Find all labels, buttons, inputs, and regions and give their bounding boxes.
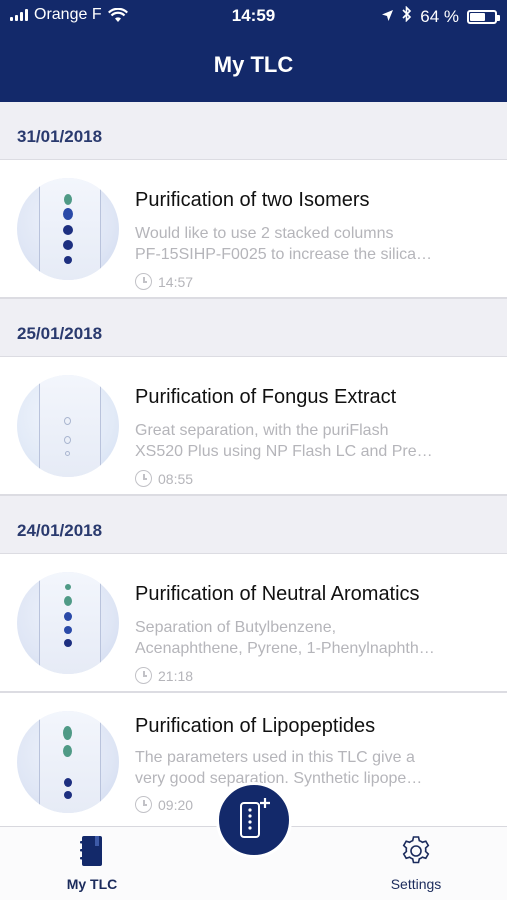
item-description-line: XS520 Plus using NP Flash LC and Pre… <box>135 443 433 460</box>
notebook-icon <box>79 835 105 872</box>
item-description-line: Would like to use 2 stacked columns <box>135 225 394 242</box>
tlc-spot <box>63 208 73 220</box>
item-description-line: Separation of Butylbenzene, <box>135 619 337 636</box>
tlc-spot <box>64 778 72 787</box>
item-time-label: 21:18 <box>158 667 194 684</box>
tlc-spot <box>65 451 70 456</box>
item-description-line: The parameters used in this TLC give a <box>135 749 415 766</box>
item-description: The parameters used in this TLC give a v… <box>135 747 493 789</box>
tlc-spot <box>64 791 72 799</box>
item-title: Purification of Neutral Aromatics <box>135 583 420 605</box>
clock-icon <box>135 667 152 684</box>
tab-label: My TLC <box>66 876 118 892</box>
tlc-plate <box>39 375 101 477</box>
tab-settings[interactable]: Settings <box>366 835 466 892</box>
tlc-plate-add-icon <box>234 796 274 845</box>
page-title: My TLC <box>213 52 294 77</box>
app-header: Orange F 14:59 64 % My TLC <box>0 0 507 102</box>
tlc-thumbnail <box>17 572 119 674</box>
item-description: Great separation, with the puriFlash XS5… <box>135 420 493 462</box>
clock-icon <box>135 273 152 290</box>
tlc-thumbnail <box>17 711 119 813</box>
tlc-list[interactable]: 31/01/2018 Purification of two Isomers W… <box>0 102 507 832</box>
add-tlc-button[interactable] <box>216 782 292 858</box>
tlc-spot <box>63 745 72 757</box>
tlc-spot <box>64 626 72 634</box>
item-time-label: 09:20 <box>158 796 194 813</box>
tlc-spot <box>65 584 71 590</box>
item-time-label: 08:55 <box>158 470 194 487</box>
item-time: 08:55 <box>135 470 193 487</box>
status-bar: Orange F 14:59 64 % <box>0 0 507 32</box>
clock-icon <box>135 796 152 813</box>
item-title: Purification of Lipopeptides <box>135 715 376 737</box>
battery-icon <box>467 9 500 24</box>
battery-fill <box>470 12 486 21</box>
item-description-line: Great separation, with the puriFlash <box>135 422 389 439</box>
item-description-line: very good separation. Synthetic lipope… <box>135 770 423 787</box>
item-title: Purification of two Isomers <box>135 189 370 211</box>
section-header: 31/01/2018 <box>0 102 507 160</box>
item-time: 09:20 <box>135 796 193 813</box>
item-title: Purification of Fongus Extract <box>135 386 397 408</box>
tlc-spot <box>63 240 73 250</box>
item-time: 21:18 <box>135 667 193 684</box>
battery-percent: 64 % <box>420 6 459 26</box>
tab-my-tlc[interactable]: My TLC <box>42 835 142 892</box>
item-description-line: Acenaphthene, Pyrene, 1-Phenylnaphth… <box>135 640 435 657</box>
status-right: 64 % <box>381 5 500 27</box>
item-time: 14:57 <box>135 273 193 290</box>
gear-icon <box>400 835 432 872</box>
list-item[interactable]: Purification of Fongus Extract Great sep… <box>0 357 507 496</box>
tlc-spot <box>64 639 72 647</box>
tlc-thumbnail <box>17 375 119 477</box>
tlc-spot <box>64 436 71 444</box>
bluetooth-icon <box>402 5 412 27</box>
tlc-spot <box>64 596 72 606</box>
tlc-spot <box>63 726 72 740</box>
tlc-spot <box>64 612 72 621</box>
item-time-label: 14:57 <box>158 273 194 290</box>
section-header: 25/01/2018 <box>0 299 507 357</box>
tab-label: Settings <box>390 876 442 892</box>
location-arrow-icon <box>381 7 394 27</box>
section-header: 24/01/2018 <box>0 496 507 554</box>
item-description: Would like to use 2 stacked columns PF-1… <box>135 223 493 265</box>
list-item[interactable]: Purification of Neutral Aromatics Separa… <box>0 554 507 693</box>
item-description: Separation of Butylbenzene, Acenaphthene… <box>135 617 493 659</box>
tlc-spot <box>64 194 72 205</box>
tlc-spot <box>64 417 71 425</box>
tlc-spot <box>64 256 72 264</box>
tlc-thumbnail <box>17 178 119 280</box>
tlc-spot <box>63 225 73 235</box>
clock-icon <box>135 470 152 487</box>
item-description-line: PF-15SIHP-F0025 to increase the silica… <box>135 246 433 263</box>
list-item[interactable]: Purification of two Isomers Would like t… <box>0 160 507 299</box>
